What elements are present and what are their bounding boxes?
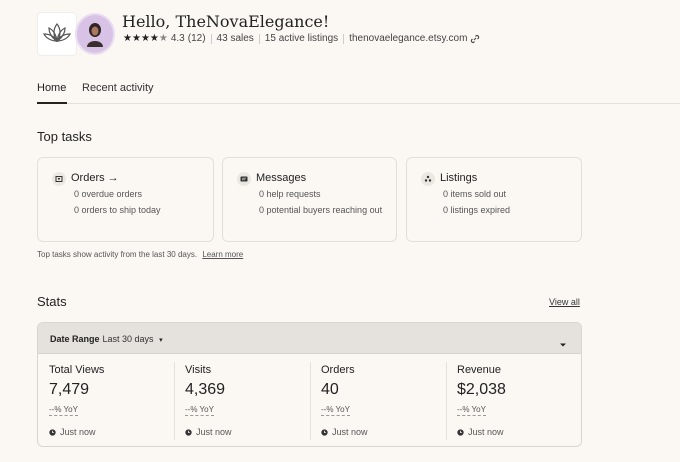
tab-bar: Home Recent activity bbox=[37, 80, 680, 104]
stat-yoy[interactable]: --% YoY bbox=[185, 405, 214, 416]
link-icon[interactable] bbox=[470, 34, 480, 44]
shop-meta: ★ ★ ★ ★ ★ 4.3 (12) 43 sales 15 active li… bbox=[123, 33, 480, 44]
stats-panel: Date Range Last 30 days ▾ Total Views 7,4… bbox=[37, 322, 582, 447]
learn-more-link[interactable]: Learn more bbox=[202, 250, 243, 259]
stat-label: Visits bbox=[185, 364, 212, 376]
task-line: 0 help requests bbox=[259, 189, 321, 199]
user-avatar-icon bbox=[87, 23, 103, 47]
sales-count: 43 sales bbox=[216, 33, 254, 44]
rating-value: 4.3 bbox=[170, 33, 185, 44]
star-icon: ★ bbox=[123, 32, 132, 44]
stat-label: Orders bbox=[321, 364, 355, 376]
tab-recent-activity[interactable]: Recent activity bbox=[82, 82, 154, 94]
stat-time-text: Just now bbox=[332, 427, 368, 437]
stat-revenue: Revenue $2,038 --% YoY Just now bbox=[446, 354, 581, 446]
tab-home[interactable]: Home bbox=[37, 82, 66, 94]
task-heading-orders[interactable]: Orders → bbox=[71, 172, 119, 184]
stat-value: 7,479 bbox=[49, 381, 90, 398]
divider bbox=[258, 33, 260, 44]
top-tasks-title: Top tasks bbox=[37, 129, 92, 144]
stat-updated: Just now bbox=[457, 427, 504, 437]
task-card-orders[interactable]: Orders → 0 overdue orders 0 orders to sh… bbox=[37, 157, 214, 242]
caret-down-icon: ▾ bbox=[159, 337, 163, 344]
shop-url-link[interactable]: thenovaelegance.etsy.com bbox=[349, 33, 467, 44]
stat-updated: Just now bbox=[321, 427, 368, 437]
page-title: Hello, TheNovaElegance! bbox=[122, 12, 330, 31]
star-icon: ★ bbox=[140, 32, 150, 44]
clock-icon bbox=[49, 428, 56, 436]
date-range-value: Last 30 days bbox=[102, 334, 154, 344]
stat-value: 40 bbox=[321, 381, 339, 398]
task-line: 0 overdue orders bbox=[74, 189, 143, 199]
top-tasks-footnote: Top tasks show activity from the last 30… bbox=[37, 250, 243, 259]
task-line: 0 orders to ship today bbox=[74, 205, 161, 215]
task-card-listings[interactable]: Listings 0 items sold out 0 listings exp… bbox=[406, 157, 582, 242]
task-heading-listings[interactable]: Listings bbox=[440, 172, 477, 184]
shop-header: Hello, TheNovaElegance! ★ ★ ★ ★ ★ 4.3 (1… bbox=[37, 12, 637, 58]
messages-icon bbox=[237, 172, 251, 186]
divider bbox=[210, 33, 212, 44]
listings-icon bbox=[421, 172, 435, 186]
half-star-icon: ★ bbox=[158, 32, 168, 44]
rating-stars: ★ ★ ★ ★ ★ bbox=[123, 32, 168, 44]
stat-total-views: Total Views 7,479 --% YoY Just now bbox=[38, 354, 174, 446]
star-icon: ★ bbox=[131, 32, 141, 44]
review-count[interactable]: (12) bbox=[188, 33, 206, 44]
stat-yoy[interactable]: --% YoY bbox=[321, 405, 350, 416]
stat-updated: Just now bbox=[185, 427, 232, 437]
stat-value: $2,038 bbox=[457, 381, 506, 398]
stat-yoy[interactable]: --% YoY bbox=[457, 405, 486, 416]
view-all-link[interactable]: View all bbox=[549, 297, 580, 307]
stat-updated: Just now bbox=[49, 427, 96, 437]
clock-icon bbox=[321, 428, 328, 436]
date-range-label[interactable]: Date Range Last 30 days ▾ bbox=[50, 334, 163, 344]
task-line: 0 items sold out bbox=[443, 189, 507, 199]
footnote-text: Top tasks show activity from the last 30… bbox=[37, 250, 198, 259]
task-line: 0 listings expired bbox=[443, 205, 511, 215]
shop-logo[interactable] bbox=[37, 12, 77, 56]
date-range-title: Date Range bbox=[50, 334, 100, 344]
stat-value: 4,369 bbox=[185, 381, 226, 398]
stats-title: Stats bbox=[37, 294, 67, 309]
orders-icon bbox=[52, 172, 66, 186]
date-range-selector[interactable]: Date Range Last 30 days ▾ bbox=[38, 323, 581, 354]
stat-time-text: Just now bbox=[196, 427, 232, 437]
active-listings-count: 15 active listings bbox=[264, 33, 339, 44]
task-line: 0 potential buyers reaching out bbox=[259, 205, 383, 215]
clock-icon bbox=[185, 428, 192, 436]
divider bbox=[343, 33, 345, 44]
stat-label: Total Views bbox=[49, 364, 105, 376]
task-heading-messages[interactable]: Messages bbox=[256, 172, 306, 184]
lotus-icon bbox=[43, 23, 71, 43]
avatar[interactable] bbox=[75, 13, 115, 55]
collapse-caret-icon[interactable] bbox=[559, 335, 567, 353]
stat-label: Revenue bbox=[457, 364, 502, 376]
task-card-messages[interactable]: Messages 0 help requests 0 potential buy… bbox=[222, 157, 397, 242]
clock-icon bbox=[457, 428, 464, 436]
star-icon: ★ bbox=[149, 32, 159, 44]
stat-time-text: Just now bbox=[468, 427, 504, 437]
active-tab-indicator bbox=[37, 102, 67, 104]
stat-time-text: Just now bbox=[60, 427, 96, 437]
stat-visits: Visits 4,369 --% YoY Just now bbox=[174, 354, 310, 446]
stat-yoy[interactable]: --% YoY bbox=[49, 405, 78, 416]
stat-orders: Orders 40 --% YoY Just now bbox=[310, 354, 446, 446]
